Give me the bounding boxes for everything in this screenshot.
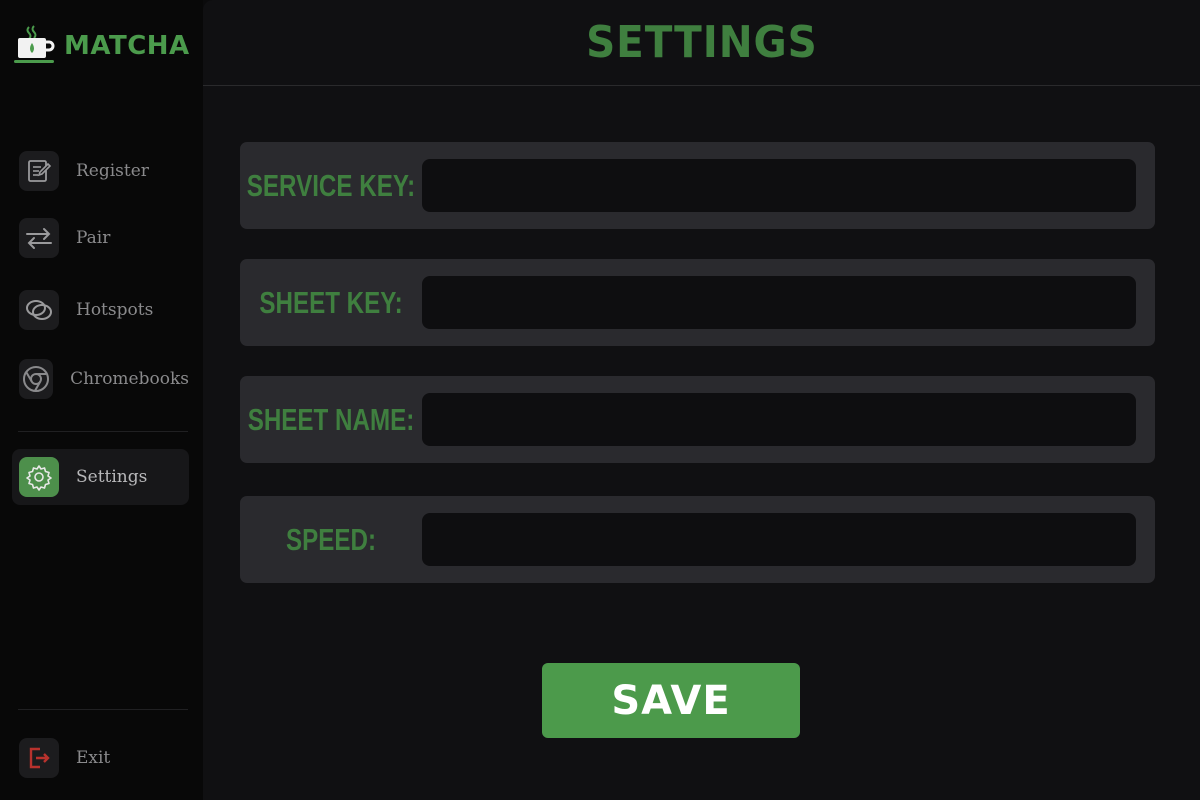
sidebar-item-register[interactable]: Register	[12, 143, 189, 199]
page-title: SETTINGS	[585, 17, 818, 68]
hotspot-link-icon	[19, 290, 59, 330]
service-key-row: SERVICE KEY:	[240, 142, 1155, 229]
clipboard-edit-icon	[19, 151, 59, 191]
app-name: MATCHA	[64, 31, 190, 61]
sidebar-item-label: Exit	[76, 748, 111, 768]
sheet-name-input[interactable]	[422, 393, 1136, 446]
sheet-name-row: SHEET NAME:	[240, 376, 1155, 463]
app-logo: MATCHA	[12, 24, 190, 68]
service-key-input[interactable]	[422, 159, 1136, 212]
speed-row: SPEED:	[240, 496, 1155, 583]
sidebar-item-label: Pair	[76, 228, 111, 248]
save-button[interactable]: SAVE	[542, 663, 800, 738]
app-window: MATCHA Register Pair Hotspots Chromebook…	[0, 0, 1200, 800]
page-header: SETTINGS	[203, 0, 1200, 86]
sidebar-item-chromebooks[interactable]: Chromebooks	[12, 351, 189, 407]
sidebar-divider	[18, 709, 188, 710]
speed-label: SPEED:	[285, 521, 377, 557]
sheet-name-label: SHEET NAME:	[247, 401, 415, 437]
sidebar-divider	[18, 431, 188, 432]
sidebar-item-settings[interactable]: Settings	[12, 449, 189, 505]
service-key-label: SERVICE KEY:	[246, 167, 416, 203]
sidebar-item-label: Register	[76, 161, 149, 181]
swap-arrows-icon	[19, 218, 59, 258]
sidebar-item-label: Hotspots	[76, 300, 154, 320]
sidebar: MATCHA Register Pair Hotspots Chromebook…	[0, 0, 203, 800]
gear-icon	[19, 457, 59, 497]
matcha-cup-icon	[14, 25, 55, 63]
chrome-icon	[19, 359, 54, 399]
sidebar-item-label: Chromebooks	[70, 369, 189, 389]
sheet-key-row: SHEET KEY:	[240, 259, 1155, 346]
speed-input[interactable]	[422, 513, 1136, 566]
sheet-key-input[interactable]	[422, 276, 1136, 329]
sidebar-item-exit[interactable]: Exit	[12, 730, 189, 786]
sheet-key-label: SHEET KEY:	[259, 284, 403, 320]
sidebar-item-pair[interactable]: Pair	[12, 210, 189, 266]
sidebar-item-hotspots[interactable]: Hotspots	[12, 282, 189, 338]
settings-panel: SETTINGS SERVICE KEY: SHEET KEY: SHEET N…	[203, 0, 1200, 800]
exit-icon	[19, 738, 59, 778]
sidebar-item-label: Settings	[76, 467, 148, 487]
